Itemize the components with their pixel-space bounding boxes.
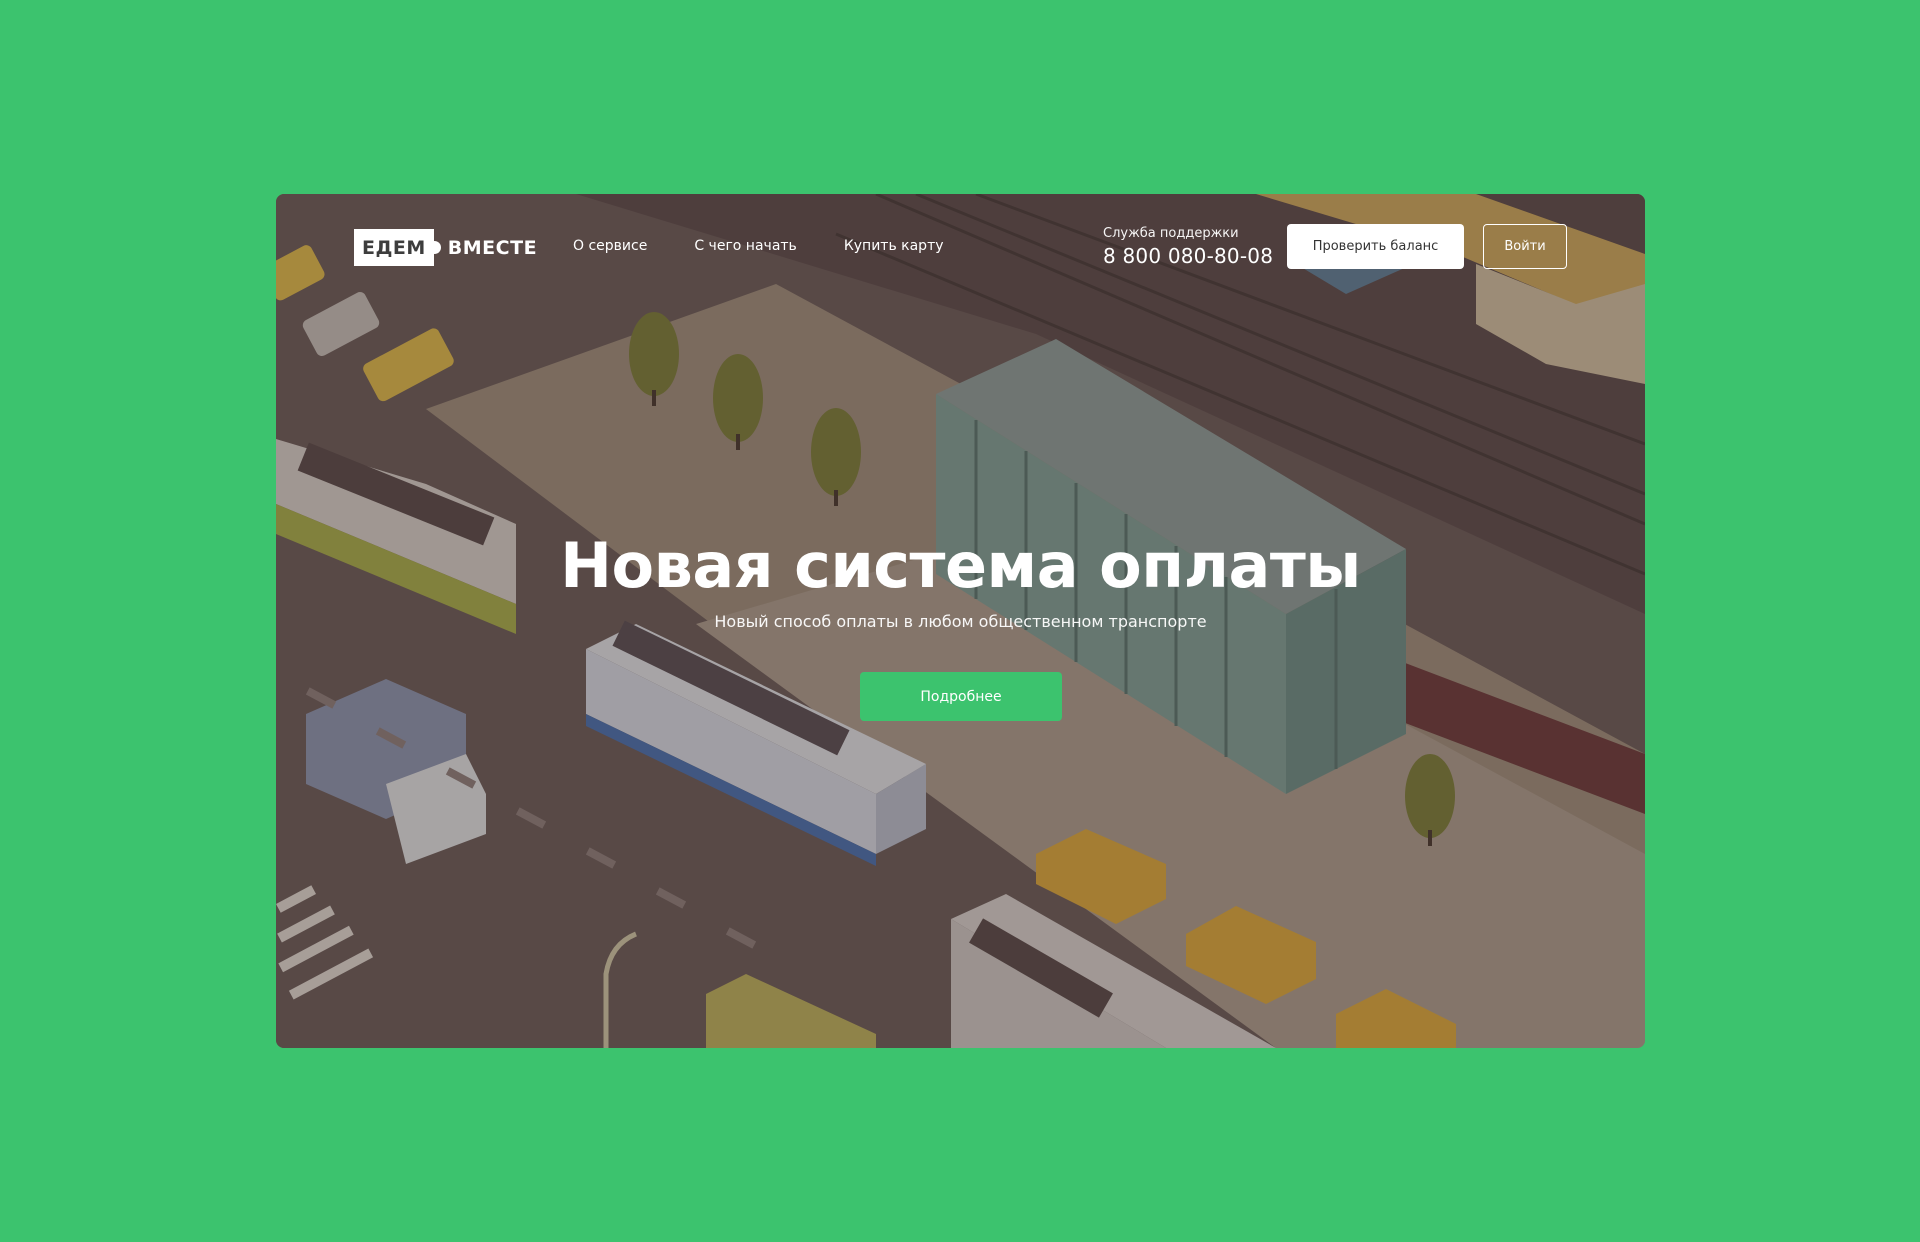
support-phone[interactable]: 8 800 080-80-08 [1103, 244, 1273, 268]
hero-section: ЕДЕМ ВМЕСТЕ О сервисе С чего начать Купи… [276, 194, 1645, 1048]
main-nav: О сервисе С чего начать Купить карту [573, 238, 944, 254]
check-balance-button[interactable]: Проверить баланс [1287, 224, 1464, 269]
nav-link-about[interactable]: О сервисе [573, 238, 647, 254]
hero-title: Новая система оплаты [560, 529, 1361, 602]
login-button[interactable]: Войти [1483, 224, 1567, 269]
hero-subtitle: Новый способ оплаты в любом общественном… [714, 612, 1207, 631]
logo[interactable]: ЕДЕМ ВМЕСТЕ [354, 229, 537, 266]
support-label: Служба поддержки [1103, 226, 1239, 241]
nav-link-buy-card[interactable]: Купить карту [844, 238, 944, 254]
more-button[interactable]: Подробнее [860, 672, 1062, 721]
support-block: Служба поддержки 8 800 080-80-08 [1103, 226, 1273, 268]
logo-mark: ЕДЕМ [354, 229, 441, 266]
logo-wordmark: ВМЕСТЕ [447, 236, 538, 259]
nav-link-start[interactable]: С чего начать [694, 238, 796, 254]
